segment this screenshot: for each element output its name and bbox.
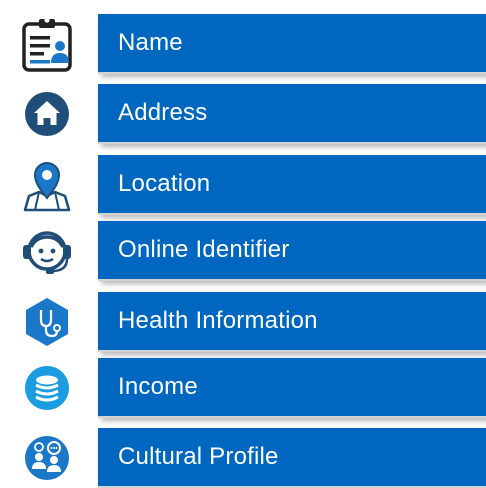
- item-label: Address: [118, 99, 208, 126]
- list-item-income: Income: [0, 358, 486, 418]
- stethoscope-icon: [0, 292, 94, 352]
- item-label: Cultural Profile: [118, 443, 279, 470]
- item-bar-health-information: Health Information: [98, 292, 486, 352]
- item-bar-address: Address: [98, 84, 486, 144]
- list-item-location: Location: [0, 155, 486, 215]
- list-item-health-information: Health Information: [0, 292, 486, 352]
- item-label: Income: [118, 373, 198, 400]
- list-item-online-identifier: Online Identifier: [0, 221, 486, 281]
- item-bar-location: Location: [98, 155, 486, 215]
- list-item-address: Address: [0, 84, 486, 144]
- item-label: Name: [118, 29, 183, 56]
- people-chat-icon: [0, 428, 94, 488]
- item-bar-online-identifier: Online Identifier: [98, 221, 486, 281]
- item-label: Location: [118, 170, 211, 197]
- item-bar-name: Name: [98, 14, 486, 74]
- item-bar-income: Income: [98, 358, 486, 418]
- home-icon: [0, 84, 94, 144]
- item-label: Health Information: [118, 307, 318, 334]
- coins-icon: [0, 358, 94, 418]
- id-badge-icon: [0, 14, 94, 74]
- item-bar-cultural-profile: Cultural Profile: [98, 428, 486, 488]
- headset-user-icon: [0, 221, 94, 281]
- map-pin-icon: [0, 155, 94, 215]
- list-item-name: Name: [0, 14, 486, 74]
- item-label: Online Identifier: [118, 236, 290, 263]
- list-item-cultural-profile: Cultural Profile: [0, 428, 486, 488]
